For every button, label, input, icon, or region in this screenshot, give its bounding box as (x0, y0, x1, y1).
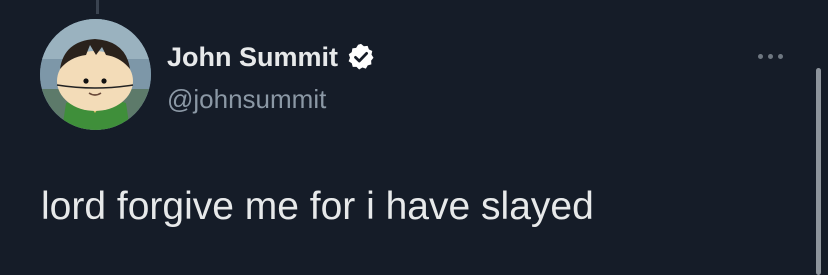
author-name-row: John Summit (167, 41, 376, 73)
author-handle[interactable]: @johnsummit (167, 84, 326, 114)
more-horizontal-icon (757, 53, 763, 59)
more-options-button[interactable] (752, 44, 788, 68)
avatar[interactable] (40, 19, 151, 130)
display-name[interactable]: John Summit (167, 41, 338, 73)
tweet-text: lord forgive me for i have slayed (41, 185, 594, 228)
verified-badge-icon (346, 42, 376, 72)
scrollbar[interactable] (816, 68, 821, 275)
avatar-image (40, 19, 151, 130)
thread-connector-line (96, 0, 99, 14)
tweet-card: John Summit @johnsummit lord forgive me … (0, 0, 828, 275)
